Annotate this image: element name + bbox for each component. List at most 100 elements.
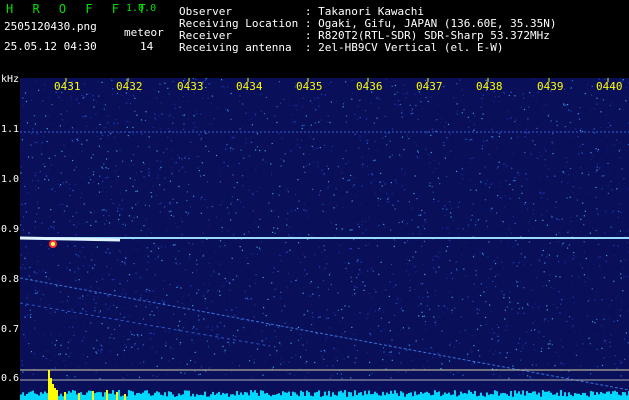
histogram-bar: [442, 394, 444, 400]
noise-dot: [231, 196, 233, 198]
noise-dot: [422, 297, 424, 299]
noise-dot: [344, 331, 346, 333]
noise-dot: [125, 346, 127, 348]
noise-dot: [443, 126, 445, 128]
noise-dot: [365, 228, 367, 231]
time-tick-label: 0431: [54, 80, 81, 93]
noise-dot: [399, 154, 401, 156]
noise-dot: [322, 203, 324, 205]
histogram-bar: [130, 390, 132, 400]
noise-dot: [547, 343, 549, 345]
noise-dot: [511, 167, 513, 169]
noise-dot: [444, 312, 446, 314]
histogram-bar: [394, 390, 396, 400]
noise-dot: [482, 94, 485, 96]
noise-dot: [81, 176, 83, 178]
noise-dot: [589, 232, 591, 234]
noise-dot: [289, 226, 291, 228]
noise-dot: [298, 200, 300, 202]
noise-dot: [361, 224, 363, 226]
noise-dot: [129, 103, 132, 105]
noise-dot: [194, 126, 196, 128]
noise-dot: [323, 358, 325, 360]
noise-dot: [464, 242, 467, 244]
noise-dot: [32, 373, 34, 375]
frequency-tick-label: 0.9: [1, 224, 20, 235]
noise-dot: [333, 207, 335, 209]
noise-dot: [198, 170, 200, 172]
noise-dot: [335, 224, 337, 226]
noise-dot: [119, 264, 121, 266]
noise-dot: [378, 224, 380, 227]
noise-dot: [144, 119, 147, 122]
noise-dot: [137, 348, 139, 350]
noise-dot: [113, 90, 115, 92]
noise-dot: [153, 333, 155, 335]
noise-dot: [473, 362, 475, 364]
noise-dot: [485, 183, 487, 185]
histogram-bar: [478, 395, 480, 400]
noise-dot: [590, 109, 592, 111]
noise-dot: [467, 116, 469, 118]
noise-dot: [280, 357, 282, 359]
histogram-bar: [96, 392, 98, 400]
noise-dot: [156, 150, 158, 152]
noise-dot: [450, 342, 452, 345]
noise-dot: [119, 313, 121, 315]
noise-dot: [497, 335, 499, 337]
noise-dot: [535, 100, 537, 102]
noise-dot: [34, 353, 36, 355]
noise-dot: [519, 124, 521, 126]
noise-dot: [316, 147, 318, 149]
noise-dot: [518, 262, 520, 264]
noise-dot: [207, 97, 209, 99]
noise-dot: [272, 197, 274, 199]
noise-dot: [480, 325, 482, 327]
noise-dot: [105, 303, 107, 305]
histogram-bar: [584, 392, 586, 400]
noise-dot: [377, 204, 380, 206]
histogram-bar: [438, 391, 440, 400]
noise-dot: [437, 352, 439, 354]
noise-dot: [334, 235, 336, 237]
hrofft-window: H R O F F T 1.0.0 2505120430.png 25.05.1…: [0, 0, 629, 400]
noise-dot: [342, 317, 344, 319]
noise-dot: [603, 341, 605, 343]
noise-dot: [114, 123, 116, 125]
histogram-bar: [408, 393, 410, 400]
noise-dot: [192, 122, 194, 124]
noise-dot: [30, 316, 32, 318]
noise-dot: [309, 282, 311, 284]
noise-dot: [525, 173, 527, 175]
noise-dot: [510, 137, 512, 139]
noise-dot: [545, 285, 548, 287]
noise-dot: [28, 343, 30, 345]
noise-dot: [589, 333, 591, 335]
histogram-bar: [530, 393, 532, 400]
noise-dot: [620, 277, 622, 279]
noise-dot: [470, 189, 472, 191]
noise-dot: [286, 286, 288, 288]
noise-dot: [286, 188, 288, 190]
noise-dot: [599, 266, 601, 268]
noise-dot: [506, 165, 508, 167]
histogram-bar: [46, 393, 48, 400]
noise-dot: [491, 207, 493, 209]
noise-dot: [357, 259, 359, 261]
noise-dot: [452, 373, 455, 376]
noise-dot: [558, 232, 560, 234]
histogram-bar: [102, 396, 104, 400]
noise-dot: [618, 150, 620, 152]
noise-dot: [525, 128, 527, 130]
noise-dot: [115, 165, 117, 167]
noise-dot: [50, 226, 52, 228]
noise-dot: [379, 307, 381, 310]
noise-dot: [588, 337, 590, 339]
noise-dot: [53, 227, 55, 229]
histogram-bar: [380, 395, 382, 400]
histogram-bar: [616, 391, 618, 400]
histogram-bar: [240, 392, 242, 400]
noise-dot: [326, 365, 328, 367]
noise-dot: [246, 257, 248, 259]
noise-dot: [233, 186, 236, 189]
